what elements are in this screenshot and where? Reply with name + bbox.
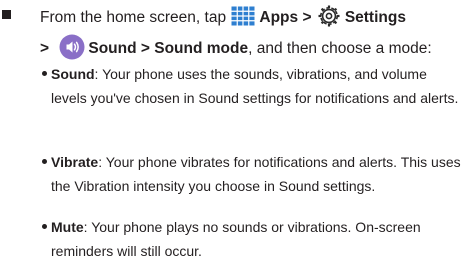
mode-description: : Your phone plays no sounds or vibratio… [51,219,421,259]
square-bullet [2,10,11,19]
settings-label: Settings [344,9,406,27]
instruction-line-2: > Sound > Sound mode, and then choose a … [40,34,432,62]
bullet-dot [42,224,47,229]
instruction-suffix: , and then choose a mode: [248,40,432,58]
separator: > [136,40,155,58]
speaker-icon [59,34,85,60]
mode-name: Mute [51,219,84,235]
sound-mode-label: Sound mode [154,40,249,58]
mode-text: Vibrate: Your phone vibrates for notific… [51,151,465,198]
gear-icon [317,4,341,28]
bullet-dot [42,71,47,76]
apps-grid-icon [231,6,255,26]
bullet-dot [42,159,47,164]
instruction-line-1: From the home screen, tap Apps > Setting… [40,4,406,30]
instruction-prefix: From the home screen, tap [40,9,231,27]
mode-text: Sound: Your phone uses the sounds, vibra… [51,63,465,110]
mode-name: Vibrate [51,154,99,170]
mode-description: : Your phone vibrates for notifications … [51,154,461,194]
mode-description: : Your phone uses the sounds, vibrations… [51,66,459,106]
separator: > [40,40,54,58]
instruction-page: From the home screen, tap Apps > Setting… [0,0,475,268]
separator: > [298,9,316,27]
mode-name: Sound [51,66,95,82]
apps-label: Apps [259,9,299,27]
sound-label: Sound [88,40,137,58]
mode-text: Mute: Your phone plays no sounds or vibr… [51,216,465,263]
